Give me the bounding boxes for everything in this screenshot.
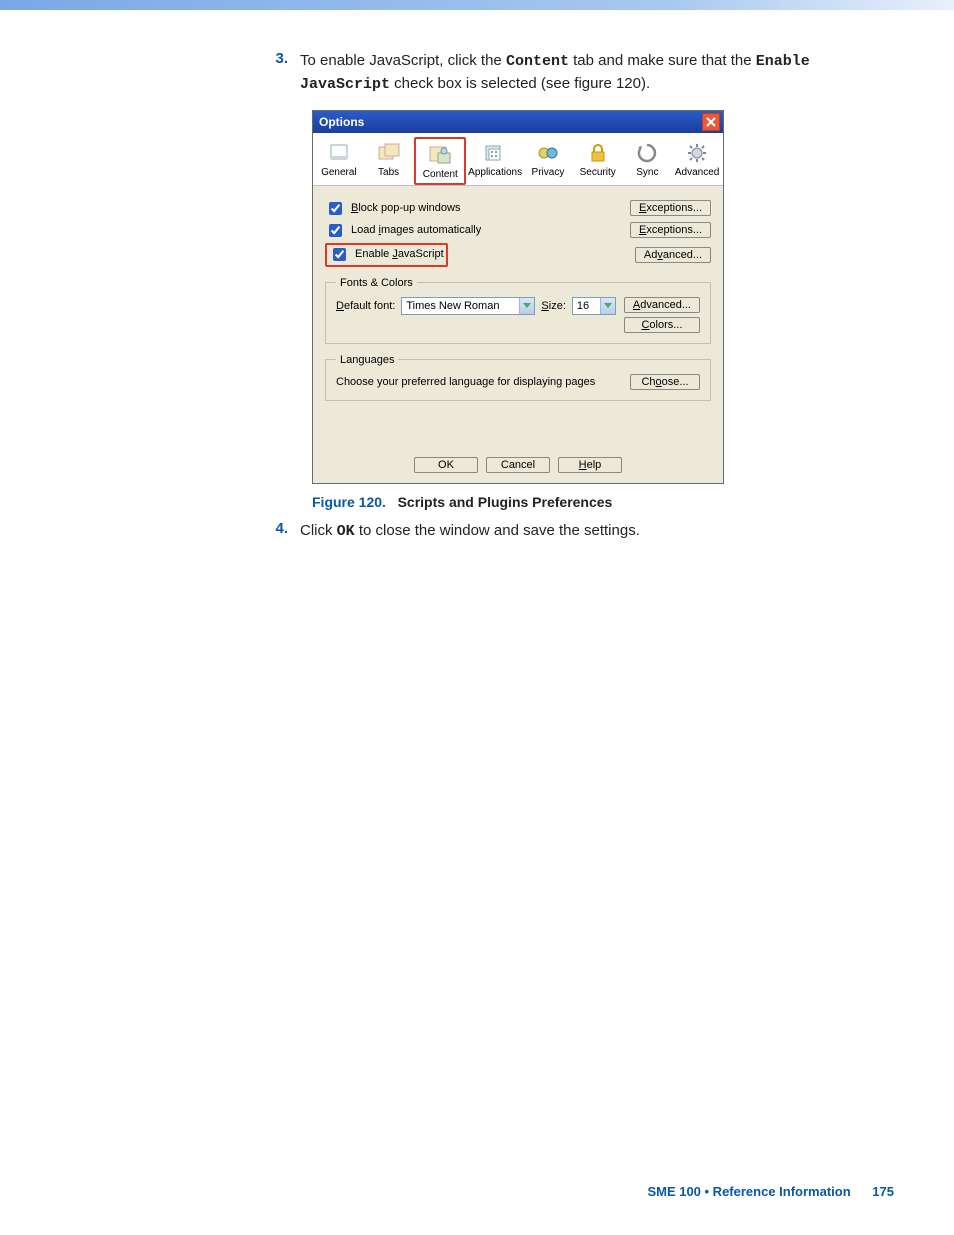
tab-sync[interactable]: Sync <box>624 137 672 185</box>
languages-group: Languages Choose your preferred language… <box>325 354 711 401</box>
dropdown-arrow-icon <box>600 298 615 314</box>
choose-button[interactable]: Choose... <box>630 374 700 390</box>
step-text: To enable JavaScript, click the Content … <box>300 50 894 96</box>
figure-120: Options General Tabs <box>312 110 894 484</box>
tab-label: General <box>315 167 363 178</box>
label-block-popup: Block pop-up windows <box>351 202 460 214</box>
label-load-images: Load images automatically <box>351 224 481 236</box>
step-number: 3. <box>270 50 300 96</box>
dialog-titlebar[interactable]: Options <box>313 111 723 133</box>
languages-text: Choose your preferred language for displ… <box>336 376 595 388</box>
default-font-label: Default font: <box>336 300 395 312</box>
colors-button[interactable]: Colors... <box>624 317 700 333</box>
step-text: Click OK to close the window and save th… <box>300 520 640 543</box>
text: to close the window and save the setting… <box>355 522 640 539</box>
ok-name: OK <box>337 523 355 540</box>
security-icon <box>588 143 608 163</box>
row-load-images: Load images automatically Exceptions... <box>325 221 711 240</box>
text: To enable JavaScript, click the <box>300 52 506 69</box>
label-enable-js: Enable JavaScript <box>355 248 444 260</box>
exceptions-button-1[interactable]: Exceptions... <box>630 200 711 216</box>
close-icon <box>706 117 716 127</box>
dialog-footer: OK Cancel Help <box>313 451 723 483</box>
tab-label: Privacy <box>524 167 572 178</box>
sync-icon <box>637 143 657 163</box>
tab-content[interactable]: Content <box>414 137 466 185</box>
figure-title: Scripts and Plugins Preferences <box>398 494 613 510</box>
tab-general[interactable]: General <box>315 137 363 185</box>
size-select[interactable]: 16 <box>572 297 616 315</box>
help-button[interactable]: Help <box>558 457 622 473</box>
size-label: Size: <box>541 300 565 312</box>
dialog-title: Options <box>319 115 364 129</box>
general-icon <box>328 143 350 163</box>
size-value: 16 <box>577 300 589 312</box>
content-tab-name: Content <box>506 53 569 70</box>
row-enable-js: Enable JavaScript Advanced... <box>325 243 711 267</box>
figure-label: Figure 120. <box>312 494 386 510</box>
tab-security[interactable]: Security <box>574 137 622 185</box>
tab-label: Content <box>416 169 464 180</box>
footer-section: SME 100 • Reference Information <box>647 1184 850 1199</box>
step-number: 4. <box>270 520 300 543</box>
exceptions-button-2[interactable]: Exceptions... <box>630 222 711 238</box>
figure-caption: Figure 120. Scripts and Plugins Preferen… <box>312 494 894 510</box>
tabs-icon <box>377 143 401 163</box>
tab-privacy[interactable]: Privacy <box>524 137 572 185</box>
languages-legend: Languages <box>336 354 398 366</box>
checkbox-load-images[interactable] <box>329 224 342 237</box>
applications-icon <box>483 143 507 163</box>
tab-label: Tabs <box>365 167 413 178</box>
ok-button[interactable]: OK <box>414 457 478 473</box>
tab-tabs[interactable]: Tabs <box>365 137 413 185</box>
tab-label: Applications <box>468 167 522 178</box>
default-font-value: Times New Roman <box>406 300 499 312</box>
step-3: 3. To enable JavaScript, click the Conte… <box>270 50 894 96</box>
dropdown-arrow-icon <box>519 298 534 314</box>
fonts-colors-group: Fonts & Colors Default font: Times New R… <box>325 277 711 344</box>
close-button[interactable] <box>702 113 720 131</box>
page-header-bar <box>0 0 954 10</box>
page-content: 3. To enable JavaScript, click the Conte… <box>0 10 954 542</box>
page-footer: SME 100 • Reference Information 175 <box>647 1184 894 1199</box>
text: tab and make sure that the <box>569 52 756 69</box>
cancel-button[interactable]: Cancel <box>486 457 550 473</box>
advanced-icon <box>687 143 707 163</box>
tab-label: Advanced <box>673 167 721 178</box>
step-4: 4. Click OK to close the window and save… <box>270 520 894 543</box>
default-font-select[interactable]: Times New Roman <box>401 297 535 315</box>
advanced-js-button[interactable]: Advanced... <box>635 247 711 263</box>
tab-advanced[interactable]: Advanced <box>673 137 721 185</box>
text: check box is selected (see figure 120). <box>390 75 650 92</box>
row-block-popup: Block pop-up windows Exceptions... <box>325 199 711 218</box>
tab-applications[interactable]: Applications <box>468 137 522 185</box>
enable-js-highlight: Enable JavaScript <box>325 243 448 267</box>
privacy-icon <box>536 143 560 163</box>
options-dialog: Options General Tabs <box>312 110 724 484</box>
advanced-fonts-button[interactable]: Advanced... <box>624 297 700 313</box>
checkbox-enable-js[interactable] <box>333 248 346 261</box>
content-icon <box>428 145 452 165</box>
text: Click <box>300 522 337 539</box>
tab-label: Security <box>574 167 622 178</box>
tab-label: Sync <box>624 167 672 178</box>
checkbox-block-popup[interactable] <box>329 202 342 215</box>
page-number: 175 <box>872 1184 894 1199</box>
tab-strip: General Tabs Content Applications <box>313 133 723 186</box>
fonts-colors-legend: Fonts & Colors <box>336 277 417 289</box>
dialog-body: Block pop-up windows Exceptions... Load … <box>313 186 723 451</box>
